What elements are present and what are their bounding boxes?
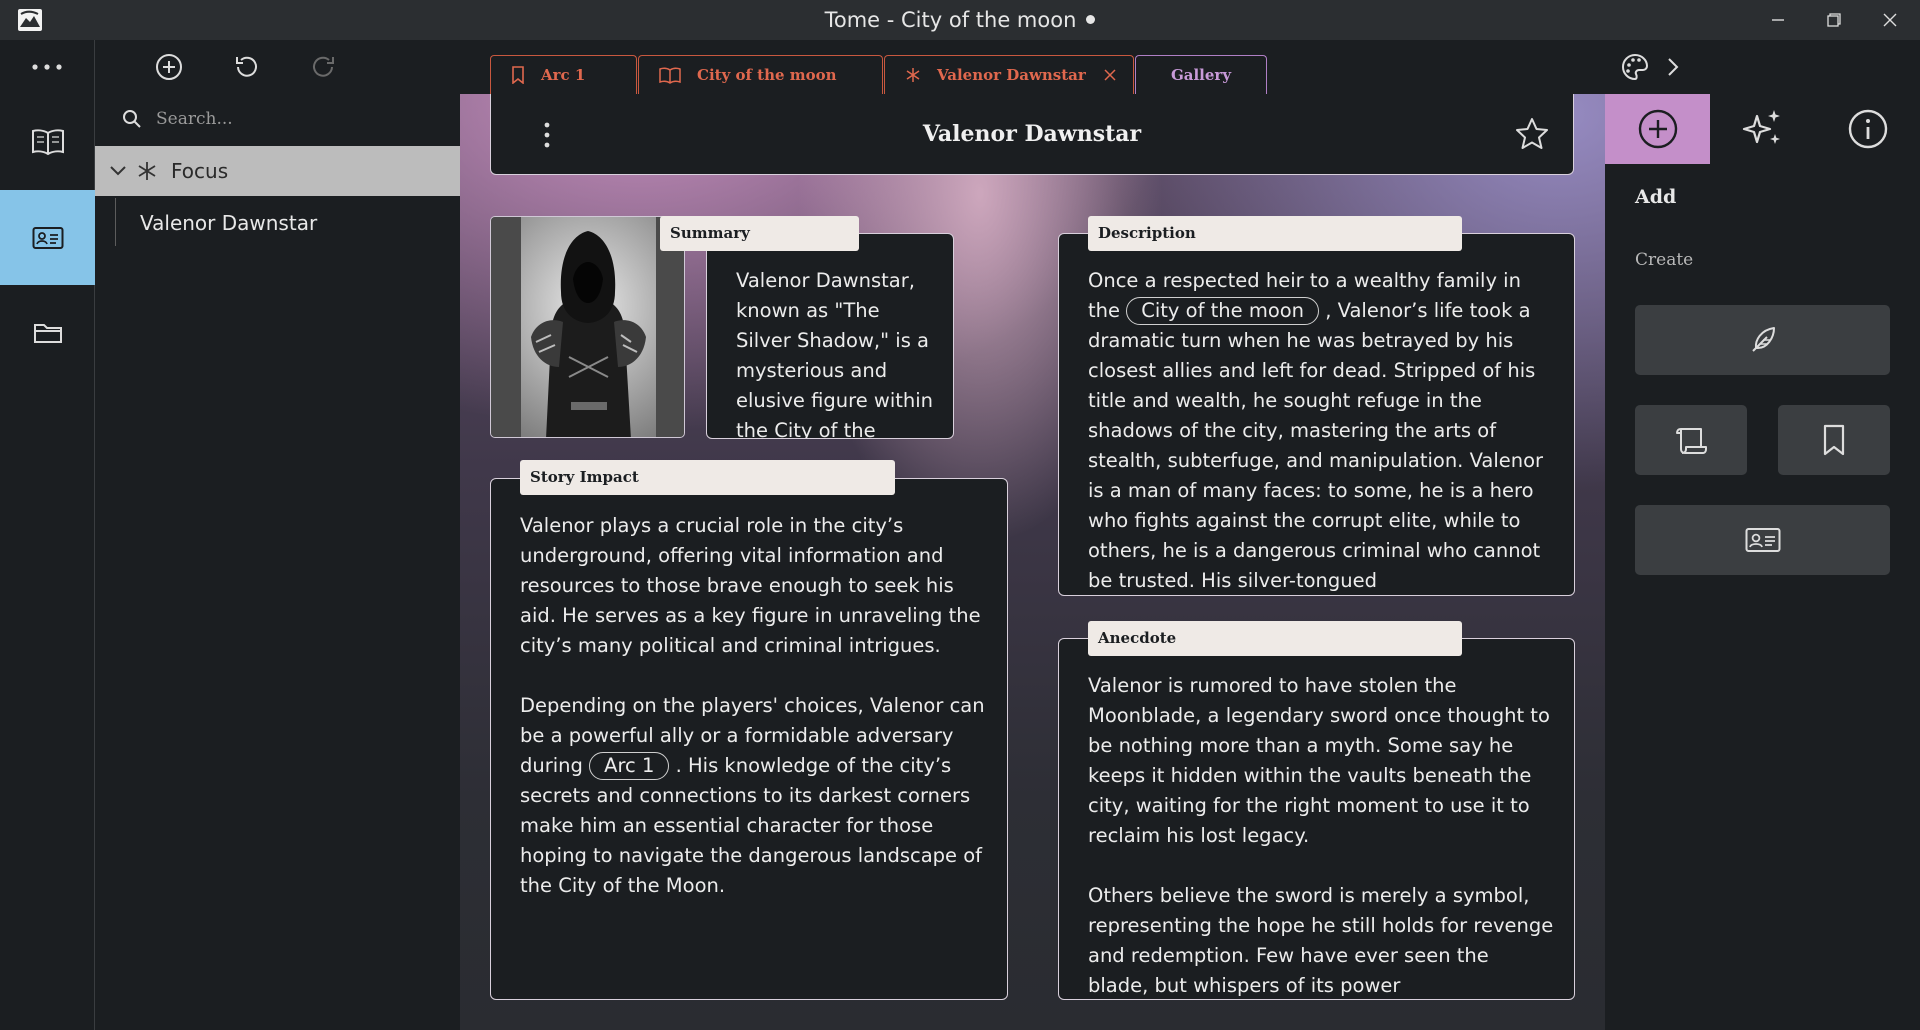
id-card-icon — [32, 226, 63, 249]
rail-item-files[interactable] — [0, 285, 95, 380]
sparkles-icon — [1742, 110, 1780, 144]
summary-label: Summary — [660, 216, 859, 251]
description-text: Once a respected heir to a wealthy famil… — [1088, 266, 1554, 595]
text-span: . His knowledge of the city’s secrets an… — [520, 754, 983, 897]
story-impact-card[interactable]: Valenor plays a crucial role in the city… — [490, 478, 1008, 1000]
minimize-button[interactable] — [1750, 0, 1806, 40]
character-portrait[interactable] — [490, 216, 685, 438]
restore-icon — [1827, 13, 1841, 27]
tab-label: Valenor Dawnstar — [937, 66, 1086, 84]
close-icon — [1104, 69, 1116, 81]
anecdote-text: Valenor is rumored to have stolen the Mo… — [1088, 671, 1554, 999]
scroll-icon — [1676, 428, 1707, 454]
restore-button[interactable] — [1806, 0, 1862, 40]
star-icon — [1516, 118, 1548, 149]
undo-button[interactable] — [226, 47, 266, 87]
more-icon — [32, 64, 62, 70]
rail-item-characters[interactable] — [0, 190, 95, 285]
panel-subtitle: Create — [1635, 250, 1694, 270]
create-bookmark-button[interactable] — [1778, 405, 1890, 475]
anecdote-label: Anecdote — [1088, 621, 1462, 656]
feather-icon — [1751, 327, 1775, 352]
text-span: , Valenor’s life took a dramatic turn wh… — [1088, 299, 1544, 592]
chevron-right-icon — [1668, 58, 1679, 76]
folder-icon — [33, 323, 62, 343]
hooded-figure-image — [491, 217, 684, 437]
undo-icon — [236, 56, 257, 77]
panel-tab-info[interactable] — [1815, 94, 1920, 164]
search-bar — [95, 94, 460, 144]
window-title: Tome - City of the moon — [0, 0, 1920, 40]
more-menu-button[interactable] — [27, 47, 67, 87]
book-icon — [31, 128, 64, 155]
close-icon — [1883, 13, 1897, 27]
focus-group-label: Focus — [171, 159, 229, 183]
link-city-of-the-moon[interactable]: City of the moon — [1126, 297, 1320, 325]
page-header: Valenor Dawnstar — [490, 94, 1574, 175]
title-bar: Tome - City of the moon — [0, 0, 1920, 40]
chevron-down-icon — [109, 165, 127, 177]
sidebar-item-valenor-dawnstar[interactable]: Valenor Dawnstar — [140, 198, 317, 248]
search-icon — [122, 109, 142, 129]
close-tab-button[interactable] — [1104, 69, 1116, 81]
favorite-button[interactable] — [1514, 116, 1550, 152]
summary-card[interactable]: Valenor Dawnstar, known as "The Silver S… — [706, 233, 954, 439]
right-panel: Add Create — [1605, 94, 1920, 1030]
minimize-icon — [1772, 19, 1784, 21]
search-input[interactable] — [156, 109, 436, 129]
add-circle-icon — [156, 54, 182, 80]
tab-gallery[interactable]: Gallery — [1135, 55, 1267, 94]
story-impact-paragraph: Depending on the players' choices, Valen… — [520, 691, 987, 901]
left-rail — [0, 94, 95, 1030]
add-button[interactable] — [149, 47, 189, 87]
redo-icon — [313, 56, 334, 77]
create-character-button[interactable] — [1635, 505, 1890, 575]
story-impact-text: Valenor plays a crucial role in the city… — [520, 511, 987, 901]
anecdote-paragraph: Valenor is rumored to have stolen the Mo… — [1088, 674, 1550, 847]
tab-label: Gallery — [1170, 66, 1232, 84]
toolbar-divider — [94, 40, 95, 94]
bookmark-icon — [511, 66, 525, 84]
summary-text: Valenor Dawnstar, known as "The Silver S… — [736, 269, 934, 439]
panel-title: Add — [1635, 186, 1677, 208]
asterisk-icon — [905, 67, 921, 83]
bookmark-icon — [1823, 424, 1845, 456]
description-card[interactable]: Once a respected heir to a wealthy famil… — [1058, 233, 1575, 596]
page-title: Valenor Dawnstar — [922, 121, 1142, 147]
id-card-icon — [1745, 528, 1780, 552]
rail-item-book[interactable] — [0, 94, 95, 189]
theme-button[interactable] — [1615, 47, 1655, 87]
tab-label: Arc 1 — [541, 66, 586, 84]
create-scroll-button[interactable] — [1635, 405, 1747, 475]
unsaved-indicator — [1086, 14, 1096, 24]
story-impact-paragraph: Valenor plays a crucial role in the city… — [520, 514, 981, 657]
info-icon — [1848, 109, 1887, 149]
link-arc-1[interactable]: Arc 1 — [589, 752, 670, 780]
sidebar: Focus Valenor Dawnstar — [95, 94, 460, 1030]
tab-label: City of the moon — [697, 66, 837, 84]
asterisk-icon — [137, 161, 157, 181]
tree-line — [115, 198, 116, 246]
story-impact-label: Story Impact — [520, 460, 895, 495]
palette-icon — [1622, 53, 1649, 81]
add-circle-icon — [1638, 109, 1677, 149]
main-content: Valenor Dawnstar Summary Valenor Dawnsta… — [460, 94, 1605, 1030]
description-label: Description — [1088, 216, 1462, 251]
open-book-icon — [659, 66, 681, 84]
redo-button[interactable] — [304, 47, 344, 87]
tab-arc-1[interactable]: Arc 1 — [490, 55, 637, 94]
close-window-button[interactable] — [1862, 0, 1918, 40]
focus-group[interactable]: Focus — [95, 146, 460, 196]
panel-tab-add[interactable] — [1605, 94, 1710, 164]
expand-button[interactable] — [1653, 47, 1693, 87]
anecdote-paragraph: Others believe the sword is merely a sym… — [1088, 884, 1554, 997]
tab-valenor-dawnstar[interactable]: Valenor Dawnstar — [884, 55, 1134, 94]
panel-tab-ai[interactable] — [1710, 94, 1815, 164]
tab-city-of-the-moon[interactable]: City of the moon — [638, 55, 883, 94]
create-note-button[interactable] — [1635, 305, 1890, 375]
anecdote-card[interactable]: Valenor is rumored to have stolen the Mo… — [1058, 638, 1575, 1000]
